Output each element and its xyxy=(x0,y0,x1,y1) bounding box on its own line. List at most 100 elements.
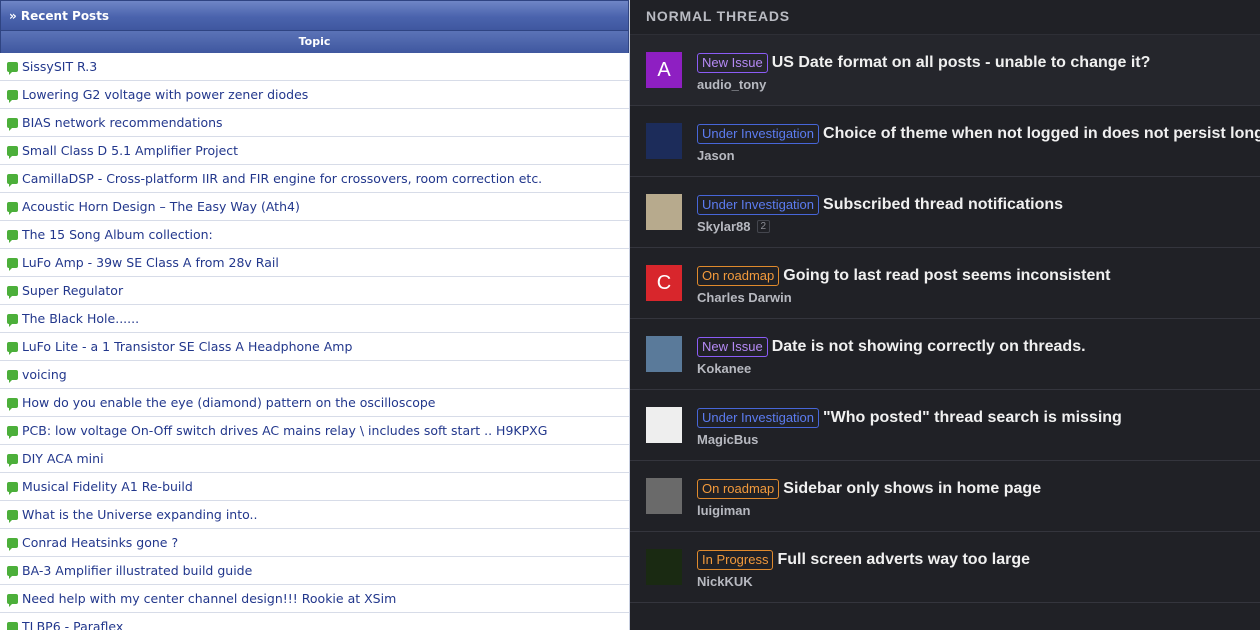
post-link[interactable]: BIAS network recommendations xyxy=(22,115,223,130)
status-badge[interactable]: Under Investigation xyxy=(697,195,820,215)
post-row: BIAS network recommendations xyxy=(0,109,629,137)
post-link[interactable]: DIY ACA mini xyxy=(22,451,104,466)
post-link[interactable]: SissySIT R.3 xyxy=(22,59,97,74)
thread-title-line: On roadmap Sidebar only shows in home pag… xyxy=(697,479,1041,499)
post-link[interactable]: LuFo Amp - 39w SE Class A from 28v Rail xyxy=(22,255,279,270)
thread-title-link[interactable]: Going to last read post seems inconsiste… xyxy=(783,267,1110,285)
speech-bubble-icon xyxy=(7,341,18,355)
speech-bubble-icon xyxy=(7,481,18,495)
thread-list: A New Issue US Date format on all posts - … xyxy=(630,35,1260,603)
status-badge[interactable]: Under Investigation xyxy=(697,408,820,428)
avatar[interactable] xyxy=(646,407,682,443)
author-name-link[interactable]: Kokanee xyxy=(697,361,751,376)
post-row: Conrad Heatsinks gone ? xyxy=(0,529,629,557)
thread-item[interactable]: On roadmap Sidebar only shows in home pag… xyxy=(630,461,1260,532)
post-link[interactable]: What is the Universe expanding into.. xyxy=(22,507,258,522)
thread-title-line: On roadmap Going to last read post seems … xyxy=(697,266,1110,286)
status-badge[interactable]: In Progress xyxy=(697,550,774,570)
post-row: How do you enable the eye (diamond) patt… xyxy=(0,389,629,417)
avatar[interactable]: A xyxy=(646,52,682,88)
author-name-link[interactable]: audio_tony xyxy=(697,77,766,92)
post-link[interactable]: Need help with my center channel design!… xyxy=(22,591,396,606)
speech-bubble-icon xyxy=(7,117,18,131)
post-row: DIY ACA mini xyxy=(0,445,629,473)
avatar[interactable] xyxy=(646,549,682,585)
thread-title-link[interactable]: Choice of theme when not logged in does … xyxy=(823,125,1260,143)
avatar[interactable] xyxy=(646,194,682,230)
status-badge[interactable]: New Issue xyxy=(697,337,768,357)
thread-title-line: New Issue Date is not showing correctly o… xyxy=(697,337,1086,357)
status-badge[interactable]: New Issue xyxy=(697,53,768,73)
author-name-link[interactable]: luigiman xyxy=(697,503,750,518)
author-name-link[interactable]: Skylar88 xyxy=(697,219,751,234)
thread-item[interactable]: Under Investigation Choice of theme when … xyxy=(630,106,1260,177)
thread-item[interactable]: In Progress Full screen adverts way too l… xyxy=(630,532,1260,603)
post-link[interactable]: CamillaDSP - Cross-platform IIR and FIR … xyxy=(22,171,542,186)
speech-bubble-icon xyxy=(7,397,18,411)
thread-item[interactable]: A New Issue US Date format on all posts - … xyxy=(630,35,1260,106)
recent-posts-header: » Recent Posts xyxy=(0,0,629,31)
thread-title-link[interactable]: US Date format on all posts - unable to … xyxy=(772,54,1151,72)
post-link[interactable]: voicing xyxy=(22,367,67,382)
thread-item[interactable]: Under Investigation Subscribed thread not… xyxy=(630,177,1260,248)
status-badge[interactable]: On roadmap xyxy=(697,479,780,499)
thread-author: MagicBus xyxy=(697,432,758,447)
thread-title-line: New Issue US Date format on all posts - u… xyxy=(697,53,1150,73)
thread-item[interactable]: New Issue Date is not showing correctly o… xyxy=(630,319,1260,390)
post-link[interactable]: The Black Hole...... xyxy=(22,311,139,326)
speech-bubble-icon xyxy=(7,509,18,523)
section-title: NORMAL THREADS xyxy=(630,0,1260,35)
post-link[interactable]: PCB: low voltage On-Off switch drives AC… xyxy=(22,423,547,438)
avatar[interactable] xyxy=(646,478,682,514)
thread-author: Charles Darwin xyxy=(697,290,792,305)
thread-author: luigiman xyxy=(697,503,750,518)
post-link[interactable]: Musical Fidelity A1 Re-build xyxy=(22,479,193,494)
post-list: SissySIT R.3 Lowering G2 voltage with pow… xyxy=(0,53,629,630)
post-row: Super Regulator xyxy=(0,277,629,305)
status-badge[interactable]: On roadmap xyxy=(697,266,780,286)
avatar[interactable] xyxy=(646,336,682,372)
speech-bubble-icon xyxy=(7,369,18,383)
post-link[interactable]: The 15 Song Album collection: xyxy=(22,227,213,242)
status-badge[interactable]: Under Investigation xyxy=(697,124,820,144)
author-name-link[interactable]: MagicBus xyxy=(697,432,758,447)
post-link[interactable]: How do you enable the eye (diamond) patt… xyxy=(22,395,436,410)
thread-title-link[interactable]: Sidebar only shows in home page xyxy=(783,480,1041,498)
avatar[interactable] xyxy=(646,123,682,159)
recent-posts-panel: » Recent Posts Topic SissySIT R.3 Lowerin… xyxy=(0,0,630,630)
thread-title-link[interactable]: Date is not showing correctly on threads… xyxy=(772,338,1086,356)
post-link[interactable]: Acoustic Horn Design – The Easy Way (Ath… xyxy=(22,199,300,214)
thread-item[interactable]: Under Investigation "Who posted" thread s… xyxy=(630,390,1260,461)
thread-title-link[interactable]: "Who posted" thread search is missing xyxy=(823,409,1122,427)
speech-bubble-icon xyxy=(7,285,18,299)
speech-bubble-icon xyxy=(7,173,18,187)
post-link[interactable]: BA-3 Amplifier illustrated build guide xyxy=(22,563,252,578)
speech-bubble-icon xyxy=(7,313,18,327)
thread-item[interactable]: C On roadmap Going to last read post seems… xyxy=(630,248,1260,319)
post-link[interactable]: LuFo Lite - a 1 Transistor SE Class A He… xyxy=(22,339,352,354)
post-link[interactable]: Small Class D 5.1 Amplifier Project xyxy=(22,143,238,158)
thread-author: Skylar88 2 xyxy=(697,219,771,234)
post-row: Acoustic Horn Design – The Easy Way (Ath… xyxy=(0,193,629,221)
thread-title-link[interactable]: Full screen adverts way too large xyxy=(777,551,1030,569)
author-name-link[interactable]: Charles Darwin xyxy=(697,290,792,305)
post-row: LuFo Amp - 39w SE Class A from 28v Rail xyxy=(0,249,629,277)
post-link[interactable]: Lowering G2 voltage with power zener dio… xyxy=(22,87,308,102)
post-link[interactable]: TLBP6 - Paraflex xyxy=(22,619,123,630)
thread-author: Jason xyxy=(697,148,735,163)
thread-author: Kokanee xyxy=(697,361,751,376)
thread-title-line: Under Investigation Subscribed thread not… xyxy=(697,195,1063,215)
post-link[interactable]: Conrad Heatsinks gone ? xyxy=(22,535,178,550)
avatar[interactable]: C xyxy=(646,265,682,301)
thread-title-line: Under Investigation Choice of theme when … xyxy=(697,124,1260,144)
speech-bubble-icon xyxy=(7,425,18,439)
thread-author: NickKUK xyxy=(697,574,753,589)
speech-bubble-icon xyxy=(7,61,18,75)
author-name-link[interactable]: Jason xyxy=(697,148,735,163)
post-link[interactable]: Super Regulator xyxy=(22,283,123,298)
post-row: CamillaDSP - Cross-platform IIR and FIR … xyxy=(0,165,629,193)
author-name-link[interactable]: NickKUK xyxy=(697,574,753,589)
thread-title-line: Under Investigation "Who posted" thread s… xyxy=(697,408,1122,428)
speech-bubble-icon xyxy=(7,565,18,579)
thread-title-link[interactable]: Subscribed thread notifications xyxy=(823,196,1063,214)
